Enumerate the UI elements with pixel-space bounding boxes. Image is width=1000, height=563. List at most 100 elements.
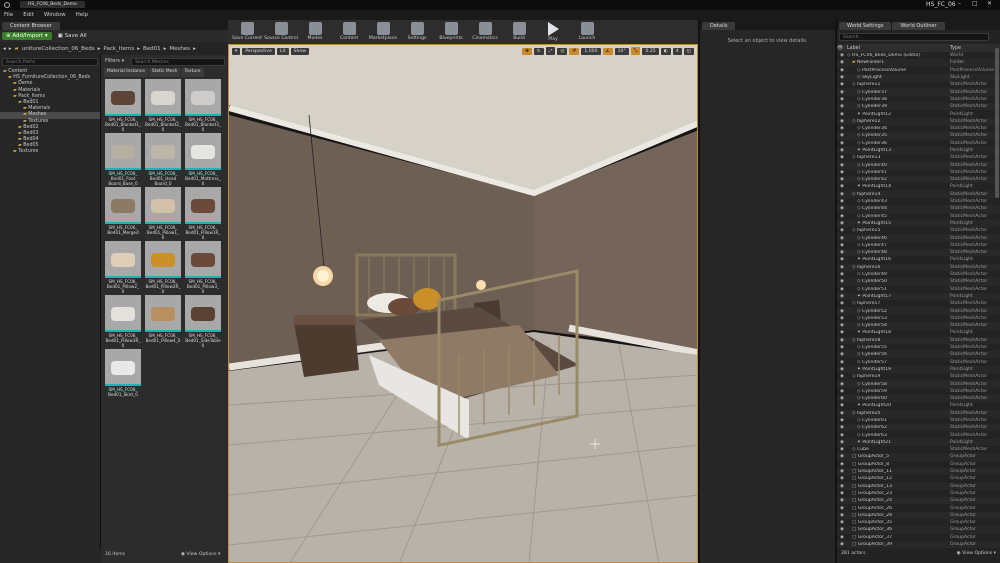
outliner-row[interactable]: ◉ ◇ Cube StaticMeshActor xyxy=(837,446,1000,453)
outliner-row[interactable]: ◉ ◇ Cylinder42 StaticMeshActor xyxy=(837,176,1000,184)
visibility-eye-icon[interactable]: ◉ xyxy=(837,184,847,189)
visibility-eye-icon[interactable]: ◉ xyxy=(837,119,847,124)
outliner-row[interactable]: ◉ ▢ GroupActor_39 GroupActor xyxy=(837,540,1000,548)
asset-tile[interactable]: SM_HS_FC06_ Bed01_Pillow1_ 0 xyxy=(145,187,181,240)
outliner-row[interactable]: ◉ ◇ Cylinder44 StaticMeshActor xyxy=(837,205,1000,213)
outliner-row[interactable]: ◉ ▢ GroupActor_26 GroupActor xyxy=(837,504,1000,511)
asset-tile[interactable]: SM_HS_FC06_ Bed01_Blanket3_ 0 xyxy=(185,79,221,132)
outliner-row[interactable]: ◉ ✦ PointLight14 PointLight xyxy=(837,183,1000,190)
visibility-eye-icon[interactable]: ◉ xyxy=(837,447,847,452)
outliner-row[interactable]: ◉ ✦ PointLight16 PointLight xyxy=(837,256,1000,263)
visibility-eye-icon[interactable]: ◉ xyxy=(837,360,847,365)
asset-tile[interactable]: SM_HS_FC06_ Bed01_Pillow2_ 0 xyxy=(105,241,141,294)
visibility-eye-icon[interactable]: ◉ xyxy=(837,221,847,226)
visibility-eye-icon[interactable]: ◉ xyxy=(837,192,847,197)
outliner-row[interactable]: ◉ ◇ Cylinder60 StaticMeshActor xyxy=(837,394,1000,403)
outliner-row[interactable]: ◉ ◇ ISphere16 StaticMeshActor xyxy=(837,263,1000,271)
outliner-row[interactable]: ◉ ◇ Cylinder52 StaticMeshActor xyxy=(837,307,1000,315)
filter-tab-material-instance[interactable]: Material Instance xyxy=(104,68,148,77)
col-label[interactable]: Label xyxy=(847,46,950,51)
rotate-icon[interactable]: ↻ xyxy=(533,47,544,55)
outliner-row[interactable]: ◉ ▢ GroupActor_11 GroupActor xyxy=(837,467,1000,476)
outliner-row[interactable]: ◉ ◇ Cylinder57 StaticMeshActor xyxy=(837,358,1000,365)
asset-tile[interactable]: SM_HS_FC06_ Bed01_Head Board_0 xyxy=(145,133,181,186)
outliner-row[interactable]: ◉ ▢ GroupActor_12 GroupActor xyxy=(837,475,1000,482)
outliner-row[interactable]: ◉ ▢ GroupActor_24 GroupActor xyxy=(837,497,1000,505)
outliner-row[interactable]: ◉ ✦ PointLight21 PointLight xyxy=(837,438,1000,447)
visibility-eye-icon[interactable]: ◉ xyxy=(837,535,847,540)
grid-snap-value[interactable]: 1,000 xyxy=(581,47,601,55)
visibility-eye-icon[interactable]: ◉ xyxy=(837,155,847,160)
outliner-row[interactable]: ◉ ◇ Cylinder56 StaticMeshActor xyxy=(837,351,1000,359)
visibility-eye-icon[interactable]: ◉ xyxy=(837,97,847,102)
outliner-row[interactable]: ◉ ◇ ISphere20 StaticMeshActor xyxy=(837,409,1000,417)
visibility-eye-icon[interactable]: ◉ xyxy=(837,462,847,467)
details-tab[interactable]: Details xyxy=(702,22,736,30)
outliner-row[interactable]: ◉ ▢ GroupActor_23 GroupActor xyxy=(837,490,1000,497)
outliner-row[interactable]: ◉ ▰ NewFolder1 Folder xyxy=(837,59,1000,67)
visibility-eye-icon[interactable]: ◉ xyxy=(837,82,847,87)
outliner-row[interactable]: ◉ ▢ GroupActor_5 GroupActor xyxy=(837,453,1000,461)
visibility-eye-icon[interactable]: ◉ xyxy=(837,236,847,241)
outliner-row[interactable]: ◉ ▢ GroupActor_8 GroupActor xyxy=(837,461,1000,468)
asset-tile[interactable]: SM_HS_FC06_ Bed01_Pillow4_0 xyxy=(145,295,181,343)
add-import-button[interactable]: ⊕ Add/Import ▾ xyxy=(2,32,52,40)
visibility-eye-icon[interactable]: ◉ xyxy=(837,418,847,423)
tree-item[interactable]: ▰ Textures xyxy=(0,149,100,155)
modes-button[interactable]: Modes xyxy=(298,20,332,44)
outliner-row[interactable]: ◉ ✦ PointLight19 PointLight xyxy=(837,365,1000,374)
outliner-row[interactable]: ◉ ✦ PointLight20 PointLight xyxy=(837,402,1000,409)
visibility-eye-icon[interactable]: ◉ xyxy=(837,112,847,117)
outliner-row[interactable]: ◉ ▢ GroupActor_36 GroupActor xyxy=(837,526,1000,534)
outliner-row[interactable]: ◉ ◇ Cylinder54 StaticMeshActor xyxy=(837,321,1000,330)
visibility-eye-icon[interactable]: ◉ xyxy=(837,75,847,80)
visibility-eye-icon[interactable]: ◉ xyxy=(837,90,847,95)
visibility-eye-icon[interactable]: ◉ xyxy=(837,301,847,306)
scale-snap-value[interactable]: 0.25 xyxy=(642,47,659,55)
visibility-eye-icon[interactable]: ◉ xyxy=(837,170,847,175)
visibility-eye-icon[interactable]: ◉ xyxy=(837,374,847,379)
view-options-button[interactable]: ◉ View Options ▾ xyxy=(181,552,220,557)
outliner-view-options[interactable]: ◉ View Options ▾ xyxy=(957,551,996,556)
visibility-eye-icon[interactable]: ◉ xyxy=(837,403,847,408)
blueprints-button[interactable]: Blueprints xyxy=(434,20,468,44)
visibility-eye-icon[interactable]: ◉ xyxy=(837,367,847,372)
visibility-eye-icon[interactable]: ◉ xyxy=(837,323,847,328)
back-arrow-icon[interactable]: ◂ xyxy=(3,46,6,52)
outliner-row[interactable]: ◉ ◇ HS_FC06_Beds_Demo (Editor) World xyxy=(837,52,1000,59)
visibility-eye-icon[interactable]: ◉ xyxy=(837,250,847,255)
outliner-row[interactable]: ◉ ◇ PostProcessVolume PostProcessVolume xyxy=(837,67,1000,74)
asset-tile[interactable]: SM_HS_FC06_ Bed01_Pillow2R_ 0 xyxy=(145,241,181,294)
outliner-row[interactable]: ◉ ◇ Cylinder55 StaticMeshActor xyxy=(837,344,1000,351)
world-settings-tab[interactable]: World Settings xyxy=(839,22,892,30)
world-outliner-tab[interactable]: World Outliner xyxy=(892,22,945,30)
outliner-row[interactable]: ◉ ◇ Cylinder41 StaticMeshActor xyxy=(837,169,1000,176)
outliner-row[interactable]: ◉ ◇ ISphere12 StaticMeshActor xyxy=(837,117,1000,125)
outliner-row[interactable]: ◉ ◇ Cylinder40 StaticMeshActor xyxy=(837,161,1000,169)
breadcrumb-item[interactable]: unitureCollection_06_Beds xyxy=(22,46,95,52)
outliner-row[interactable]: ◉ ◇ Cylinder45 StaticMeshActor xyxy=(837,213,1000,220)
camera-speed-icon[interactable]: ◐ xyxy=(660,47,671,55)
forward-arrow-icon[interactable]: ▸ xyxy=(9,46,12,52)
visibility-eye-icon[interactable]: ◉ xyxy=(837,294,847,299)
visibility-eye-icon[interactable]: ◉ xyxy=(837,177,847,182)
outliner-row[interactable]: ◉ ◇ Cylinder50 StaticMeshActor xyxy=(837,278,1000,286)
outliner-row[interactable]: ◉ ◇ SkyLight SkyLight xyxy=(837,73,1000,82)
visibility-eye-icon[interactable]: ◉ xyxy=(837,287,847,292)
asset-tile[interactable]: SM_HS_FC06_ Bed01_Skirt_0 xyxy=(105,349,141,397)
outliner-row[interactable]: ◉ ◇ Cylinder49 StaticMeshActor xyxy=(837,271,1000,278)
visibility-eye-icon[interactable]: ◉ xyxy=(837,411,847,416)
visibility-eye-icon[interactable]: ◉ xyxy=(837,199,847,204)
visibility-eye-icon[interactable]: ◉ xyxy=(837,476,847,481)
visibility-eye-icon[interactable]: ◉ xyxy=(837,484,847,489)
visibility-eye-icon[interactable]: ◉ xyxy=(837,243,847,248)
outliner-row[interactable]: ◉ ◇ ISphere13 StaticMeshActor xyxy=(837,154,1000,161)
outliner-row[interactable]: ◉ ◇ Cylinder47 StaticMeshActor xyxy=(837,242,1000,249)
outliner-row[interactable]: ◉ ◇ Cylinder48 StaticMeshActor xyxy=(837,249,1000,257)
outliner-row[interactable]: ◉ ◇ Cylinder35 StaticMeshActor xyxy=(837,132,1000,140)
outliner-row[interactable]: ◉ ◇ Cylinder39 StaticMeshActor xyxy=(837,103,1000,111)
asset-tile[interactable]: SM_HS_FC06_ Bed01_Merged xyxy=(105,187,141,235)
outliner-row[interactable]: ◉ ◇ ISphere17 StaticMeshActor xyxy=(837,300,1000,307)
visibility-eye-icon[interactable]: ◉ xyxy=(837,498,847,503)
visibility-eye-icon[interactable]: ◉ xyxy=(837,330,847,335)
